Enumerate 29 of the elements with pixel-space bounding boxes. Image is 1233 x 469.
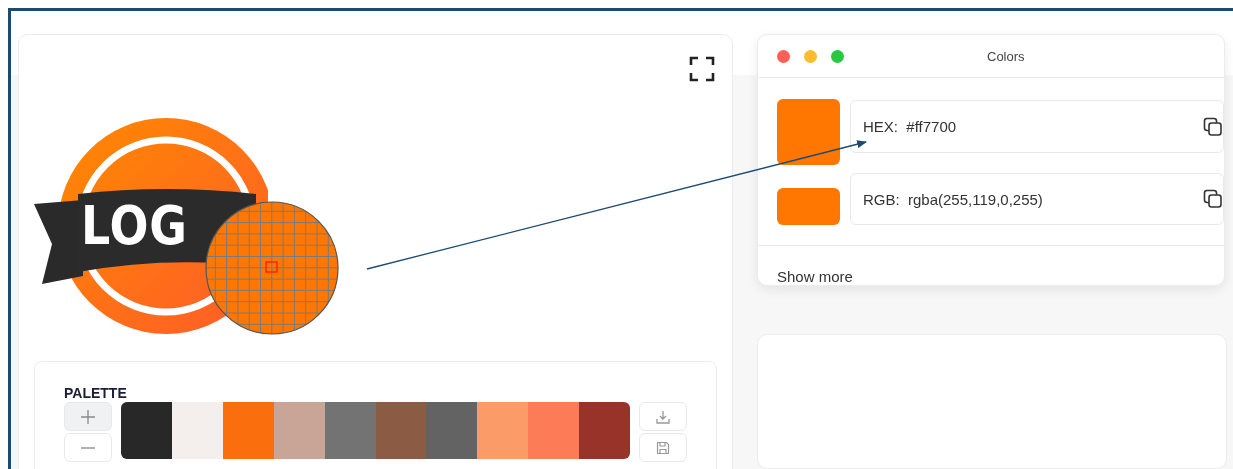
save-button[interactable] bbox=[639, 433, 687, 462]
color-swatch[interactable] bbox=[324, 402, 376, 459]
color-swatch[interactable] bbox=[171, 402, 223, 459]
show-more-link[interactable]: Show more bbox=[758, 246, 853, 285]
color-swatch[interactable] bbox=[477, 402, 529, 459]
color-swatch[interactable] bbox=[426, 402, 478, 459]
color-swatch[interactable] bbox=[579, 402, 630, 459]
copy-icon[interactable] bbox=[1203, 116, 1223, 137]
copy-icon[interactable] bbox=[1203, 189, 1223, 209]
color-swatch[interactable] bbox=[375, 402, 427, 459]
color-swatch[interactable] bbox=[222, 402, 274, 459]
color-swatch[interactable] bbox=[273, 402, 325, 459]
maximize-button[interactable] bbox=[831, 49, 844, 63]
close-button[interactable] bbox=[777, 49, 790, 63]
window-title: Colors bbox=[987, 48, 1025, 64]
minus-icon bbox=[81, 446, 95, 449]
color-swatch[interactable] bbox=[121, 402, 172, 459]
minimize-button[interactable] bbox=[804, 49, 817, 63]
palette-title: PALETTE bbox=[64, 384, 128, 402]
fullscreen-icon[interactable] bbox=[689, 56, 715, 82]
add-button[interactable] bbox=[64, 402, 112, 431]
color-swatch[interactable] bbox=[528, 402, 580, 459]
download-button[interactable] bbox=[639, 402, 687, 431]
logo-text: LOG bbox=[81, 194, 188, 257]
color-value-field[interactable]: RGB: rgba(255,119,0,255) bbox=[850, 173, 1224, 225]
color-value-field[interactable]: HEX: #ff7700 bbox=[850, 100, 1224, 153]
download-icon bbox=[656, 409, 670, 424]
remove-button[interactable] bbox=[64, 433, 112, 462]
plus-icon bbox=[81, 409, 95, 424]
